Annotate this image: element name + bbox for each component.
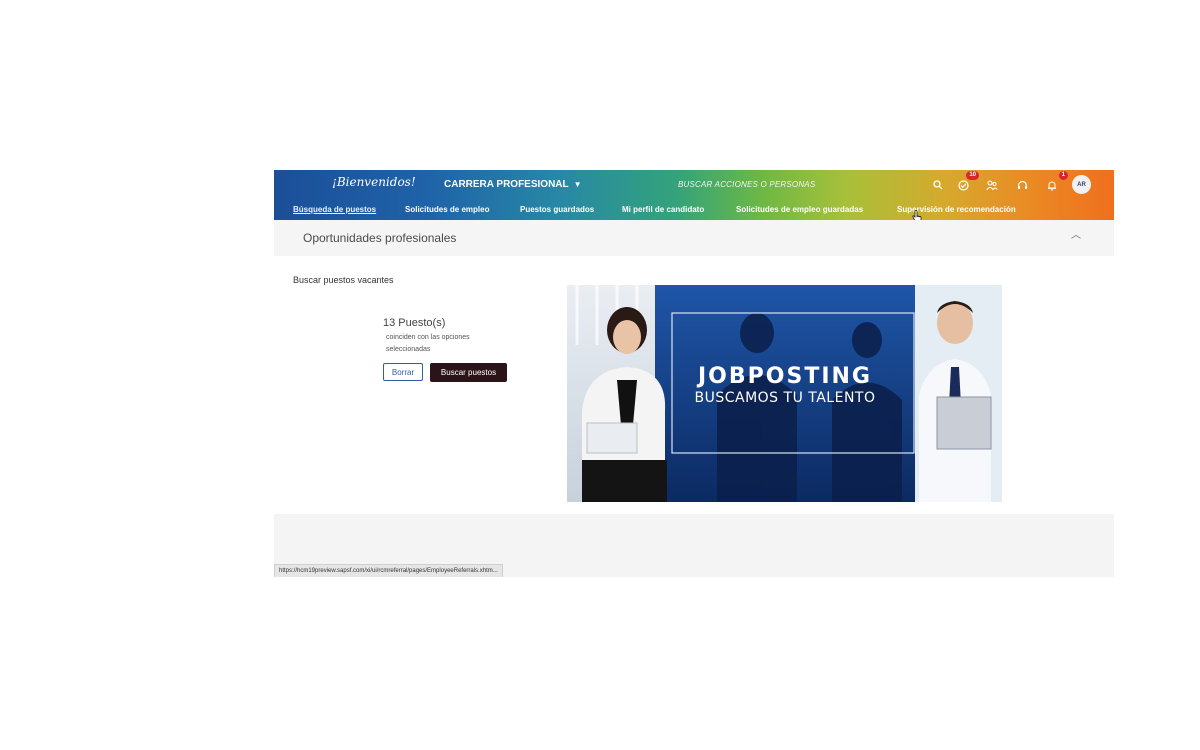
page-header: Oportunidades profesionales ︿ xyxy=(274,220,1114,256)
notification-badge: 1 xyxy=(1058,171,1068,180)
nav-saved-jobs[interactable]: Puestos guardados xyxy=(520,205,594,214)
job-count: 13 Puesto(s) xyxy=(383,317,446,329)
module-switcher[interactable]: CARRERA PROFESIONAL ▼ xyxy=(444,179,582,190)
company-logo: ¡Bienvenidos! xyxy=(332,175,416,189)
todo-badge: 10 xyxy=(966,171,979,180)
avatar[interactable]: AR xyxy=(1072,175,1091,194)
help-icon[interactable] xyxy=(1014,177,1030,193)
app-window: ¡Bienvenidos! CARRERA PROFESIONAL ▼ BUSC… xyxy=(274,170,1114,577)
nav-job-search[interactable]: Búsqueda de puestos xyxy=(293,205,376,214)
match-description: coinciden con las opciones seleccionadas xyxy=(386,334,470,353)
search-jobs-button[interactable]: Buscar puestos xyxy=(430,363,507,382)
job-posting-banner: JOBPOSTING BUSCAMOS TU TALENTO xyxy=(567,285,1002,502)
status-bar-url: https://hcm19preview.sapsf.com/xi/ui/rcm… xyxy=(274,564,503,577)
caret-down-icon: ▼ xyxy=(573,180,582,189)
module-label: CARRERA PROFESIONAL xyxy=(444,179,569,190)
job-search-panel: Buscar puestos vacantes 13 Puesto(s) coi… xyxy=(274,256,1114,514)
nav-saved-applications[interactable]: Solicitudes de empleo guardadas xyxy=(736,205,863,214)
section-label: Buscar puestos vacantes xyxy=(293,275,394,285)
global-search-input[interactable]: BUSCAR ACCIONES O PERSONAS xyxy=(678,180,815,189)
sub-navigation: Búsqueda de puestos Solicitudes de emple… xyxy=(274,204,1114,220)
search-icon[interactable] xyxy=(930,177,946,193)
page-title: Oportunidades profesionales xyxy=(303,231,457,245)
todo-icon[interactable]: 10 xyxy=(955,171,979,193)
banner-headline: JOBPOSTING xyxy=(696,364,872,389)
shell-bar: ¡Bienvenidos! CARRERA PROFESIONAL ▼ BUSC… xyxy=(274,170,1114,224)
collapse-icon[interactable]: ︿ xyxy=(1071,226,1081,241)
banner-subline: BUSCAMOS TU TALENTO xyxy=(694,390,875,406)
nav-job-applications[interactable]: Solicitudes de empleo xyxy=(405,205,489,214)
clear-button[interactable]: Borrar xyxy=(383,363,423,381)
people-icon[interactable] xyxy=(984,177,1000,193)
bell-icon[interactable]: 1 xyxy=(1044,171,1068,193)
nav-candidate-profile[interactable]: Mi perfil de candidato xyxy=(622,205,704,214)
